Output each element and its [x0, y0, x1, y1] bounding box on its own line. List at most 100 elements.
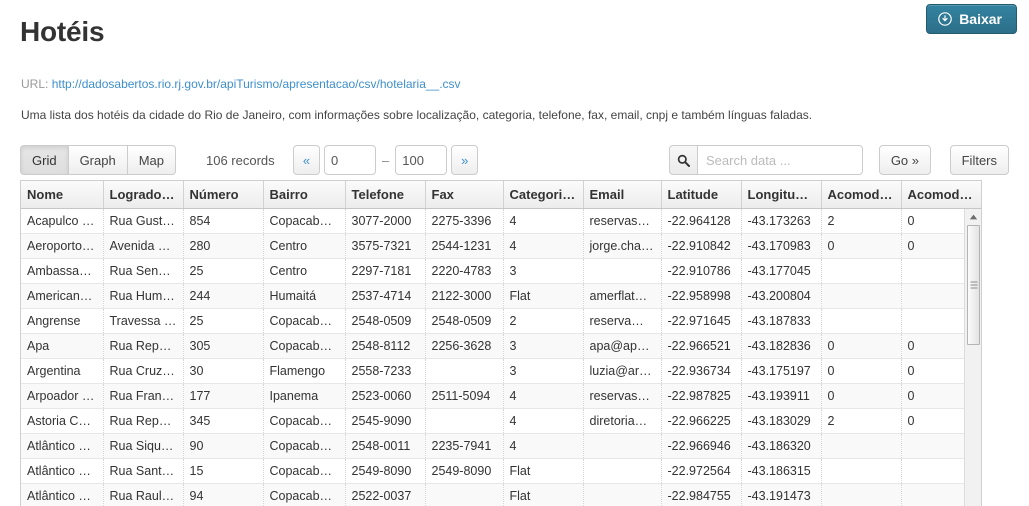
cell-fax — [425, 408, 504, 434]
cell-telefone: 2558-7233 — [345, 358, 426, 384]
table-row[interactable]: American… Rua Hum… 244 Humaitá 2537-4714 2122… — [21, 283, 981, 309]
cell-acomod-1 — [821, 308, 902, 334]
cell-numero: 30 — [183, 358, 264, 384]
cell-telefone: 2523-0060 — [345, 383, 426, 409]
cell-latitude: -22.966521 — [661, 333, 742, 359]
column-header-email[interactable]: Email — [583, 181, 662, 209]
view-switcher: Grid Graph Map — [20, 145, 176, 175]
cell-acomod-1: 2 — [821, 208, 902, 234]
filters-button[interactable]: Filters — [949, 145, 1009, 175]
table-row[interactable]: Arpoador … Rua Fran… 177 Ipanema 2523-0060 25… — [21, 383, 981, 409]
table-row[interactable]: Apa Rua Repú… 305 Copacaba… 2548-8112 2256-36… — [21, 333, 981, 359]
search-go-button[interactable]: Go » — [878, 145, 931, 175]
cell-fax — [425, 483, 504, 506]
cell-latitude: -22.972564 — [661, 458, 742, 484]
cell-categoria: Flat — [503, 483, 584, 506]
cell-bairro: Copacaba… — [263, 408, 346, 434]
record-count: 106 records — [206, 152, 275, 168]
cell-telefone: 2297-7181 — [345, 258, 426, 284]
table-row[interactable]: Ambassa… Rua Sena… 25 Centro 2297-7181 2220-4… — [21, 258, 981, 284]
pagination-from-input[interactable] — [324, 145, 376, 175]
cell-logradouro: Rua Fran… — [103, 383, 184, 409]
cell-telefone: 2545-9090 — [345, 408, 426, 434]
pagination-to-input[interactable] — [395, 145, 448, 175]
column-header-acomod-2[interactable]: Acomod… — [901, 181, 981, 209]
cell-acomod-1: 0 — [821, 333, 902, 359]
column-header-longitude[interactable]: Longitud… — [741, 181, 822, 209]
column-header-bairro[interactable]: Bairro — [263, 181, 346, 209]
column-header-logradouro[interactable]: Logrado… — [103, 181, 184, 209]
cell-numero: 177 — [183, 383, 264, 409]
column-header-numero[interactable]: Número — [183, 181, 264, 209]
cell-acomod-1 — [821, 258, 902, 284]
cell-logradouro: Travessa … — [103, 308, 184, 334]
table-row[interactable]: Atlântico … Rua Sant… 15 Copacaba… 2549-8090… — [21, 458, 981, 484]
cell-nome: American… — [21, 283, 104, 309]
cell-email: apa@apa… — [583, 333, 662, 359]
cell-numero: 854 — [183, 208, 264, 234]
cell-acomod-1: 0 — [821, 383, 902, 409]
cell-email: diretoria… — [583, 408, 662, 434]
column-header-categoria[interactable]: Categori… — [503, 181, 584, 209]
cell-categoria: Flat — [503, 283, 584, 309]
cell-telefone: 2548-0509 — [345, 308, 426, 334]
cell-fax: 2548-0509 — [425, 308, 504, 334]
view-tab-map[interactable]: Map — [126, 145, 176, 175]
cell-bairro: Copacaba… — [263, 433, 346, 459]
cell-bairro: Ipanema — [263, 383, 346, 409]
table-row[interactable]: Acapulco … Rua Gust… 854 Copacaba… 3077-2000… — [21, 208, 981, 234]
table-row[interactable]: Atlântico … Rua Raul … 94 Copacaba… 2522-003… — [21, 483, 981, 506]
cell-logradouro: Rua Sena… — [103, 258, 184, 284]
scrollbar-thumb[interactable] — [967, 225, 980, 345]
search-input[interactable] — [697, 145, 863, 175]
cell-email — [583, 483, 662, 506]
cell-telefone: 2537-4714 — [345, 283, 426, 309]
cell-latitude: -22.984755 — [661, 483, 742, 506]
cell-numero: 345 — [183, 408, 264, 434]
cell-fax: 2235-7941 — [425, 433, 504, 459]
cell-numero: 15 — [183, 458, 264, 484]
table-row[interactable]: Astoria C… Rua Repú… 345 Copacaba… 2545-9090… — [21, 408, 981, 434]
cell-numero: 25 — [183, 308, 264, 334]
grid-vertical-scrollbar[interactable] — [964, 209, 981, 506]
grid-toolbar: Grid Graph Map 106 records « – » Go » Fi… — [20, 145, 1009, 175]
column-header-telefone[interactable]: Telefone — [345, 181, 426, 209]
scroll-up-arrow-icon[interactable] — [965, 209, 981, 224]
cell-categoria: 3 — [503, 358, 584, 384]
cell-email — [583, 258, 662, 284]
column-header-latitude[interactable]: Latitude — [661, 181, 742, 209]
column-header-fax[interactable]: Fax — [425, 181, 504, 209]
cell-categoria: 3 — [503, 258, 584, 284]
cell-email: reservas… — [583, 383, 662, 409]
cell-nome: Aeroporto… — [21, 233, 104, 259]
cell-longitude: -43.187833 — [741, 308, 822, 334]
table-row[interactable]: Atlântico … Rua Siqu… 90 Copacaba… 2548-0011… — [21, 433, 981, 459]
cell-acomod-1 — [821, 433, 902, 459]
pagination-next-button[interactable]: » — [451, 145, 479, 175]
cell-longitude: -43.191473 — [741, 483, 822, 506]
cell-categoria: 4 — [503, 233, 584, 259]
cell-numero: 244 — [183, 283, 264, 309]
table-row[interactable]: Aeroporto… Avenida B… 280 Centro 3575-7321 25… — [21, 233, 981, 259]
download-button[interactable]: Baixar — [926, 4, 1017, 34]
table-row[interactable]: Angrense Travessa … 25 Copacaba… 2548-0509 25… — [21, 308, 981, 334]
cell-longitude: -43.183029 — [741, 408, 822, 434]
cell-latitude: -22.987825 — [661, 383, 742, 409]
cell-numero: 280 — [183, 233, 264, 259]
cell-bairro: Copacaba… — [263, 208, 346, 234]
dataset-url-link[interactable]: http://dadosabertos.rio.rj.gov.br/apiTur… — [52, 77, 461, 91]
column-header-acomod-1[interactable]: Acomod… — [821, 181, 902, 209]
cell-fax: 2511-5094 — [425, 383, 504, 409]
cell-latitude: -22.910786 — [661, 258, 742, 284]
cell-nome: Arpoador … — [21, 383, 104, 409]
table-row[interactable]: Argentina Rua Cruz … 30 Flamengo 2558-7233 3 l… — [21, 358, 981, 384]
cell-nome: Atlântico … — [21, 458, 104, 484]
pagination-prev-button[interactable]: « — [293, 145, 320, 175]
cell-email — [583, 433, 662, 459]
cell-acomod-1 — [821, 483, 902, 506]
cell-email: reserva@… — [583, 308, 662, 334]
column-header-nome[interactable]: Nome — [21, 181, 104, 209]
view-tab-grid[interactable]: Grid — [20, 145, 68, 175]
cell-categoria: 4 — [503, 408, 584, 434]
view-tab-graph[interactable]: Graph — [67, 145, 127, 175]
